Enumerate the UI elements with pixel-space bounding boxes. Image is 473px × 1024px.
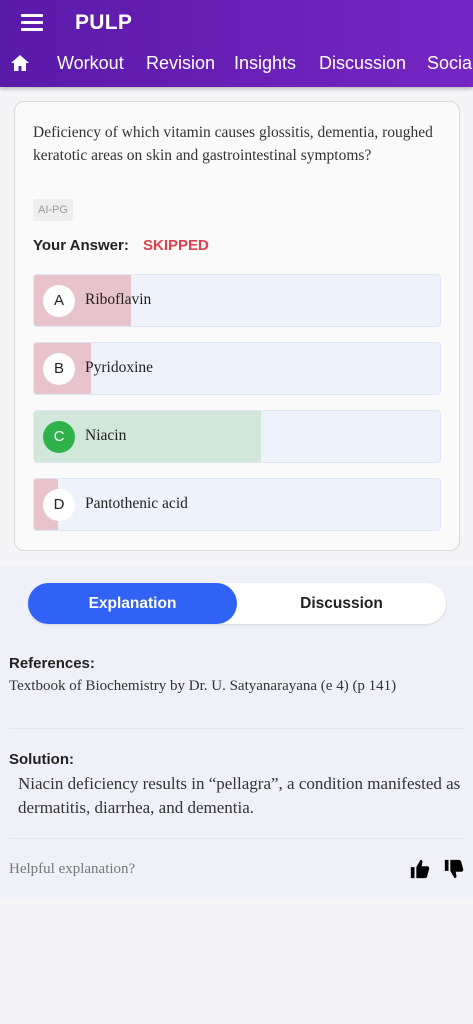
option-d-letter: D xyxy=(43,489,75,521)
tab-revision[interactable]: Revision xyxy=(146,53,215,74)
references-label: References: xyxy=(9,655,95,672)
tab-social[interactable]: Social xyxy=(427,53,473,74)
tab-insights[interactable]: Insights xyxy=(234,53,296,74)
tab-discussion[interactable]: Discussion xyxy=(319,53,406,74)
solution-text: Niacin deficiency results in “pellagra”,… xyxy=(18,774,461,817)
exam-tag: AI-PG xyxy=(33,199,73,221)
option-c-text: Niacin xyxy=(85,427,127,444)
explanation-tab-button[interactable]: Explanation xyxy=(28,583,237,624)
references-text: Textbook of Biochemistry by Dr. U. Satya… xyxy=(9,678,397,694)
your-answer-label: Your Answer: xyxy=(33,237,129,254)
option-c-letter: C xyxy=(43,421,75,453)
explanation-discussion-toggle: Explanation Discussion xyxy=(28,583,446,624)
explanation-section: Explanation Discussion References: Textb… xyxy=(0,566,473,899)
question-card: Deficiency of which vitamin causes gloss… xyxy=(14,101,460,551)
app-title: PULP xyxy=(75,11,133,34)
app-header: PULP Workout Revision Insights Discussio… xyxy=(0,0,473,87)
tab-workout[interactable]: Workout xyxy=(57,53,124,74)
thumbs-up-icon[interactable] xyxy=(409,858,431,880)
solution-label: Solution: xyxy=(9,751,74,768)
discussion-tab-button[interactable]: Discussion xyxy=(237,583,446,624)
helpful-prompt: Helpful explanation? xyxy=(9,861,136,877)
nav-tabs: Workout Revision Insights Discussion Soc… xyxy=(0,50,473,80)
home-icon[interactable] xyxy=(10,54,30,72)
option-b[interactable]: B Pyridoxine xyxy=(33,342,441,395)
your-answer-status: SKIPPED xyxy=(143,237,209,254)
hamburger-menu-icon[interactable] xyxy=(21,14,43,32)
your-answer-row: Your Answer: SKIPPED xyxy=(33,237,209,254)
option-b-letter: B xyxy=(43,353,75,385)
option-d[interactable]: D Pantothenic acid xyxy=(33,478,441,531)
option-a[interactable]: A Riboflavin xyxy=(33,274,441,327)
option-a-text: Riboflavin xyxy=(85,291,152,308)
question-text: Deficiency of which vitamin causes gloss… xyxy=(33,124,433,164)
thumbs-down-icon[interactable] xyxy=(443,858,465,880)
option-a-letter: A xyxy=(43,285,75,317)
option-b-text: Pyridoxine xyxy=(85,359,154,376)
divider xyxy=(9,838,464,839)
option-d-text: Pantothenic acid xyxy=(85,495,188,512)
divider xyxy=(9,728,464,729)
option-c[interactable]: C Niacin xyxy=(33,410,441,463)
